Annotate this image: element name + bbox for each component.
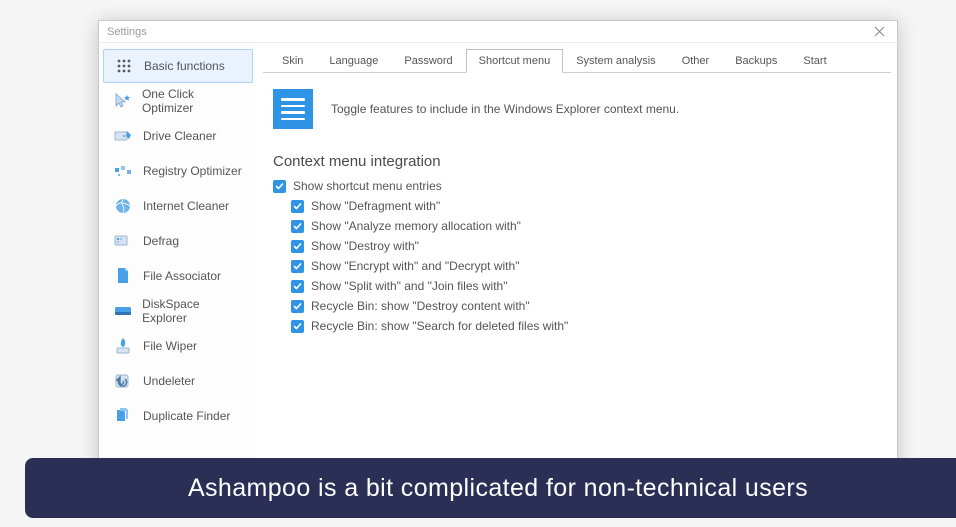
checkbox-icon[interactable] <box>291 300 304 313</box>
sidebar-item-label: Duplicate Finder <box>143 409 230 423</box>
option-label: Show "Split with" and "Join files with" <box>311 279 507 293</box>
sidebar-item-registry-optimizer[interactable]: Registry Optimizer <box>103 154 253 188</box>
option-row[interactable]: Show "Split with" and "Join files with" <box>291 276 881 296</box>
sidebar-item-label: Registry Optimizer <box>143 164 242 178</box>
caption-bar: Ashampoo is a bit complicated for non-te… <box>25 458 956 518</box>
sidebar-item-label: File Wiper <box>143 339 197 353</box>
tab-skin[interactable]: Skin <box>269 49 316 72</box>
sidebar-item-undeleter[interactable]: Undeleter <box>103 364 253 398</box>
info-row: Toggle features to include in the Window… <box>273 89 881 129</box>
option-label: Show "Defragment with" <box>311 199 440 213</box>
tabs-bar: Skin Language Password Shortcut menu Sys… <box>263 45 891 73</box>
flame-icon <box>113 337 133 355</box>
option-row[interactable]: Show "Encrypt with" and "Decrypt with" <box>291 256 881 276</box>
checkbox-icon[interactable] <box>291 280 304 293</box>
options-container: Show shortcut menu entries Show "Defragme… <box>273 176 881 336</box>
sidebar-item-label: Drive Cleaner <box>143 129 216 143</box>
sidebar-item-diskspace-explorer[interactable]: DiskSpace Explorer <box>103 294 253 328</box>
sidebar-item-internet-cleaner[interactable]: Internet Cleaner <box>103 189 253 223</box>
tab-password[interactable]: Password <box>391 49 465 72</box>
tab-backups[interactable]: Backups <box>722 49 790 72</box>
option-label: Show shortcut menu entries <box>293 179 442 193</box>
registry-icon <box>113 162 133 180</box>
sidebar-item-label: Internet Cleaner <box>143 199 229 213</box>
window-title: Settings <box>107 26 147 38</box>
sidebar-item-basic-functions[interactable]: Basic functions <box>103 49 253 83</box>
checkbox-icon[interactable] <box>291 260 304 273</box>
option-row[interactable]: Recycle Bin: show "Destroy content with" <box>291 296 881 316</box>
settings-window: Settings Basic functions <box>98 20 898 472</box>
close-icon <box>874 26 885 37</box>
sidebar-item-drive-cleaner[interactable]: Drive Cleaner <box>103 119 253 153</box>
tab-other[interactable]: Other <box>669 49 723 72</box>
option-row[interactable]: Show shortcut menu entries <box>273 176 881 196</box>
info-text: Toggle features to include in the Window… <box>331 102 679 116</box>
undo-icon <box>113 372 133 390</box>
tab-language[interactable]: Language <box>316 49 391 72</box>
option-row[interactable]: Recycle Bin: show "Search for deleted fi… <box>291 316 881 336</box>
sidebar-item-defrag[interactable]: Defrag <box>103 224 253 258</box>
checkbox-icon[interactable] <box>291 200 304 213</box>
file-icon <box>113 267 133 285</box>
content-area: Skin Language Password Shortcut menu Sys… <box>257 43 897 471</box>
caption-text: Ashampoo is a bit complicated for non-te… <box>188 474 808 503</box>
section-title: Context menu integration <box>273 153 881 170</box>
sidebar-item-label: Undeleter <box>143 374 195 388</box>
tab-pane: Toggle features to include in the Window… <box>257 73 897 346</box>
sidebar-item-one-click-optimizer[interactable]: One Click Optimizer <box>103 84 253 118</box>
hdd-icon <box>113 302 132 320</box>
tab-start[interactable]: Start <box>790 49 839 72</box>
tab-system-analysis[interactable]: System analysis <box>563 49 668 72</box>
option-label: Show "Destroy with" <box>311 239 419 253</box>
sidebar-item-file-wiper[interactable]: File Wiper <box>103 329 253 363</box>
sidebar-item-label: Basic functions <box>144 59 225 73</box>
sidebar-item-label: File Associator <box>143 269 221 283</box>
option-row[interactable]: Show "Defragment with" <box>291 196 881 216</box>
defrag-icon <box>113 232 133 250</box>
option-row[interactable]: Show "Analyze memory allocation with" <box>291 216 881 236</box>
sidebar-item-label: DiskSpace Explorer <box>142 297 243 325</box>
option-label: Recycle Bin: show "Destroy content with" <box>311 299 530 313</box>
sidebar-item-file-associator[interactable]: File Associator <box>103 259 253 293</box>
duplicate-files-icon <box>113 407 133 425</box>
checkbox-icon[interactable] <box>273 180 286 193</box>
sidebar-item-label: One Click Optimizer <box>142 87 243 115</box>
cursor-star-icon <box>113 92 132 110</box>
sidebar: Basic functions One Click Optimizer Driv… <box>99 43 257 471</box>
checkbox-icon[interactable] <box>291 220 304 233</box>
grid-icon <box>114 57 134 75</box>
option-label: Show "Encrypt with" and "Decrypt with" <box>311 259 519 273</box>
sidebar-item-label: Defrag <box>143 234 179 248</box>
checkbox-icon[interactable] <box>291 240 304 253</box>
tab-shortcut-menu[interactable]: Shortcut menu <box>466 49 564 73</box>
drive-broom-icon <box>113 127 133 145</box>
globe-icon <box>113 197 133 215</box>
option-label: Recycle Bin: show "Search for deleted fi… <box>311 319 568 333</box>
option-row[interactable]: Show "Destroy with" <box>291 236 881 256</box>
window-body: Basic functions One Click Optimizer Driv… <box>99 43 897 471</box>
option-label: Show "Analyze memory allocation with" <box>311 219 521 233</box>
list-lines-icon <box>273 89 313 129</box>
sidebar-item-duplicate-finder[interactable]: Duplicate Finder <box>103 399 253 433</box>
checkbox-icon[interactable] <box>291 320 304 333</box>
window-titlebar: Settings <box>99 21 897 43</box>
close-button[interactable] <box>870 24 889 40</box>
